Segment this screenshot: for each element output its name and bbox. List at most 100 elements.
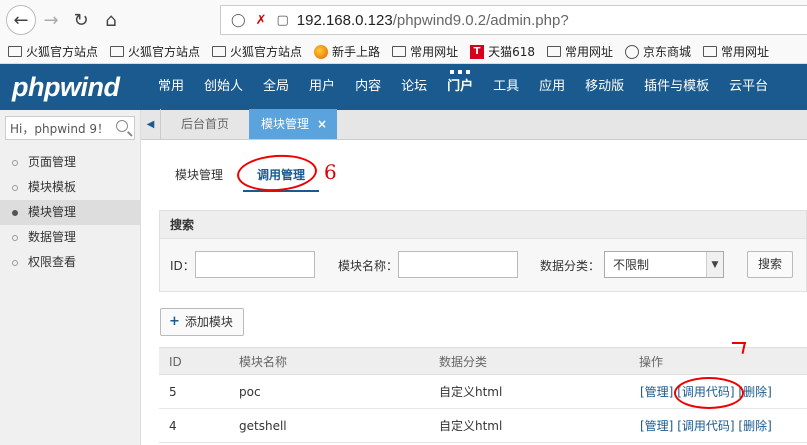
subtab-module-manage[interactable]: 模块管理: [161, 158, 237, 192]
folder-icon: [546, 46, 561, 57]
search-panel-title: 搜索: [160, 211, 806, 239]
col-header-name: 模块名称: [239, 355, 288, 369]
search-icon[interactable]: [116, 120, 128, 132]
cell-id: 5: [169, 385, 177, 399]
cell-name: poc: [239, 385, 261, 399]
annotation-circle: [674, 377, 744, 409]
annotation-number: 6: [324, 160, 337, 184]
url-text: 192.168.0.123/phpwind9.0.2/admin.php?: [296, 11, 569, 29]
bookmark-item[interactable]: 常用网址: [546, 43, 613, 60]
folder-icon: [392, 46, 407, 57]
bookmark-item[interactable]: 京东商城: [625, 43, 691, 60]
category-select-value: 不限制: [613, 258, 650, 272]
globe-icon: [625, 44, 639, 59]
add-module-button[interactable]: + 添加模块: [160, 308, 244, 336]
nav-item[interactable]: 工具: [483, 64, 529, 110]
module-name-label: 模块名称：: [338, 259, 399, 273]
nav-item[interactable]: 插件与模板: [634, 64, 719, 110]
sidebar-item-module[interactable]: 模块管理: [0, 200, 140, 225]
nav-item[interactable]: 内容: [345, 64, 391, 110]
plus-icon: +: [169, 314, 180, 329]
bookmark-item[interactable]: T 天猫618: [470, 43, 535, 60]
insecure-lock-icon: ✗: [255, 12, 267, 28]
main-content: 模块管理 调用管理 6 搜索 ID： 模块名称： 数据分类： 不限制 ▼ 搜索 …: [141, 140, 807, 445]
search-button[interactable]: 搜索: [747, 251, 794, 278]
back-icon[interactable]: ←: [6, 5, 36, 35]
nav-item[interactable]: 用户: [299, 64, 345, 110]
sidebar-item-template[interactable]: 模块模板: [0, 175, 140, 200]
logo: phpwind: [12, 71, 120, 102]
sidebar: 页面管理 模块模板 模块管理 数据管理 权限查看: [0, 110, 141, 445]
bookmark-item[interactable]: 火狐官方站点: [8, 43, 98, 60]
bullet-icon: [12, 234, 18, 241]
delete-link[interactable]: [删除]: [738, 419, 771, 433]
bullet-icon: [12, 259, 18, 266]
manage-link[interactable]: [管理]: [640, 385, 673, 399]
category-select[interactable]: 不限制 ▼: [604, 251, 724, 278]
sidebar-search: [5, 116, 135, 140]
bullet-icon: [12, 159, 18, 166]
forward-icon[interactable]: →: [36, 5, 66, 35]
cell-id: 4: [169, 419, 177, 433]
folder-icon: [8, 46, 22, 57]
tab-module-manage[interactable]: 模块管理 ×: [249, 109, 338, 139]
sidebar-item-page[interactable]: 页面管理: [0, 150, 140, 175]
tab-home[interactable]: 后台首页: [161, 109, 249, 139]
cell-name: getshell: [239, 419, 287, 433]
collapse-arrow-icon[interactable]: ◀: [141, 109, 161, 139]
id-input[interactable]: [195, 251, 315, 278]
bookmark-item[interactable]: 火狐官方站点: [110, 43, 200, 60]
bookmark-item[interactable]: 新手上路: [314, 43, 380, 60]
module-name-input[interactable]: [398, 251, 518, 278]
sidebar-item-permission[interactable]: 权限查看: [0, 250, 140, 275]
firefox-icon: [314, 44, 329, 59]
col-header-id: ID: [169, 355, 182, 369]
close-icon[interactable]: ×: [317, 117, 327, 131]
bookmark-item[interactable]: 常用网址: [703, 43, 769, 60]
table-row: 4 getshell 自定义html [管理] [调用代码] [删除]: [159, 409, 807, 443]
address-bar[interactable]: ◯ ✗ ▢ 192.168.0.123/phpwind9.0.2/admin.p…: [220, 5, 807, 35]
browser-toolbar: ← → ↻ ⌂ ◯ ✗ ▢ 192.168.0.123/phpwind9.0.2…: [0, 0, 807, 40]
sidebar-item-data[interactable]: 数据管理: [0, 225, 140, 250]
shield-icon: ◯: [231, 12, 246, 28]
nav-item[interactable]: 全局: [253, 64, 299, 110]
folder-icon: [110, 46, 125, 57]
call-code-link[interactable]: [调用代码]: [677, 419, 734, 433]
side-menu: 页面管理 模块模板 模块管理 数据管理 权限查看: [0, 150, 140, 275]
table-header: ID 模块名称 数据分类 操作: [159, 347, 807, 375]
cell-category: 自定义html: [439, 419, 503, 433]
nav-item[interactable]: 移动版: [575, 64, 634, 110]
bookmarks-bar: 火狐官方站点 火狐官方站点 火狐官方站点 新手上路 常用网址 T 天猫618 常用…: [0, 40, 807, 64]
bookmark-item[interactable]: 火狐官方站点: [212, 43, 302, 60]
chevron-down-icon: ▼: [706, 252, 723, 277]
home-icon[interactable]: ⌂: [96, 5, 126, 35]
page-icon: ▢: [276, 12, 289, 28]
nav-item-active[interactable]: 门户: [437, 64, 483, 110]
cell-category: 自定义html: [439, 385, 503, 399]
main-nav: 常用 创始人 全局 用户 内容 论坛 门户 工具 应用 移动版 插件与模板 云平…: [148, 64, 778, 110]
bullet-icon: [12, 184, 18, 191]
folder-icon: [212, 46, 227, 57]
tmall-icon: T: [470, 44, 485, 59]
nav-item[interactable]: 论坛: [391, 64, 437, 110]
col-header-category: 数据分类: [439, 355, 488, 369]
app-header: phpwind 常用 创始人 全局 用户 内容 论坛 门户 工具 应用 移动版 …: [0, 64, 807, 110]
folder-icon: [703, 46, 718, 57]
bookmark-item[interactable]: 常用网址: [392, 43, 458, 60]
nav-item[interactable]: 常用: [148, 64, 194, 110]
nav-item[interactable]: 应用: [529, 64, 575, 110]
manage-link[interactable]: [管理]: [640, 419, 673, 433]
nav-item[interactable]: 云平台: [719, 64, 778, 110]
bullet-icon: [12, 209, 18, 216]
search-panel: 搜索 ID： 模块名称： 数据分类： 不限制 ▼ 搜索: [159, 210, 807, 292]
nav-item[interactable]: 创始人: [194, 64, 253, 110]
id-label: ID：: [170, 259, 195, 273]
reload-icon[interactable]: ↻: [66, 5, 96, 35]
annotation-mark: [732, 342, 746, 354]
sidebar-search-input[interactable]: [6, 117, 106, 139]
search-row: ID： 模块名称： 数据分类： 不限制 ▼ 搜索: [160, 251, 807, 279]
cell-ops: [管理] [调用代码] [删除]: [640, 409, 772, 443]
tab-bar: ◀ 后台首页 模块管理 ×: [141, 109, 807, 140]
category-label: 数据分类：: [540, 259, 601, 273]
col-header-ops: 操作: [639, 355, 664, 369]
